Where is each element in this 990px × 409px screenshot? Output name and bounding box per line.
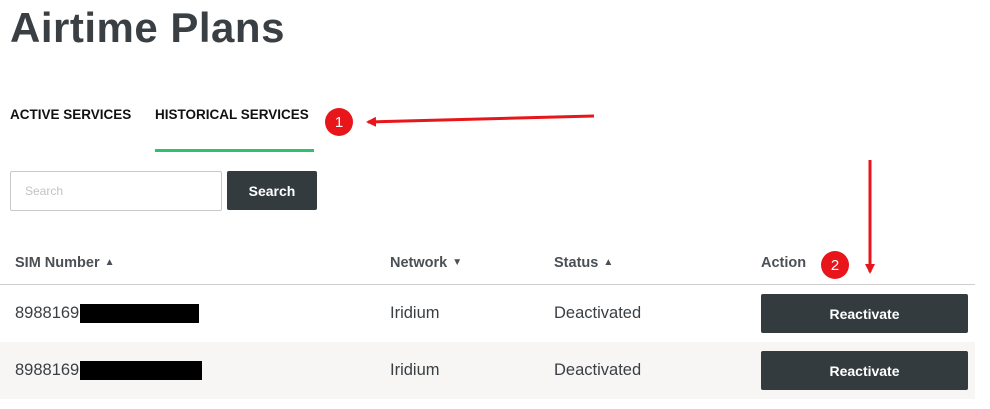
sim-number-prefix: 8988169 (15, 304, 80, 322)
sim-number-cell: 8988169 (15, 304, 200, 323)
column-header-action: Action (761, 255, 806, 271)
column-header-label: Status (554, 255, 599, 271)
search-button[interactable]: Search (227, 171, 317, 210)
service-tabs: ACTIVE SERVICES HISTORICAL SERVICES (10, 106, 330, 152)
column-header-label: SIM Number (15, 255, 100, 271)
tab-historical-services[interactable]: HISTORICAL SERVICES (155, 106, 314, 152)
table-row: 8988169 Iridium Deactivated Reactivate (0, 285, 975, 342)
reactivate-button[interactable]: Reactivate (761, 294, 968, 333)
sort-up-icon: ▲ (603, 257, 614, 268)
sort-up-icon: ▲ (104, 257, 115, 268)
search-input[interactable] (10, 171, 222, 211)
column-header-network[interactable]: Network ▼ (390, 255, 462, 271)
column-header-label: Network (390, 255, 448, 271)
annotation-badge-1: 1 (325, 108, 353, 136)
network-cell: Iridium (390, 361, 440, 379)
sim-number-prefix: 8988169 (15, 361, 80, 379)
table-row: 8988169 Iridium Deactivated Reactivate (0, 342, 975, 399)
column-header-status[interactable]: Status ▲ (554, 255, 613, 271)
network-cell: Iridium (390, 304, 440, 322)
page-title: Airtime Plans (10, 4, 285, 51)
sort-down-icon: ▼ (452, 257, 463, 268)
redaction-bar (80, 361, 203, 380)
annotation-arrow-1 (366, 114, 595, 127)
status-cell: Deactivated (554, 361, 642, 379)
column-header-label: Action (761, 255, 807, 271)
sim-number-cell: 8988169 (15, 361, 203, 380)
status-cell: Deactivated (554, 304, 642, 322)
tab-active-services[interactable]: ACTIVE SERVICES (10, 106, 140, 152)
redaction-bar (80, 304, 200, 323)
reactivate-button[interactable]: Reactivate (761, 351, 968, 390)
column-header-sim-number[interactable]: SIM Number ▲ (15, 255, 115, 271)
airtime-plans-page: Airtime Plans ACTIVE SERVICES HISTORICAL… (0, 0, 990, 409)
annotation-badge-2: 2 (821, 251, 849, 279)
